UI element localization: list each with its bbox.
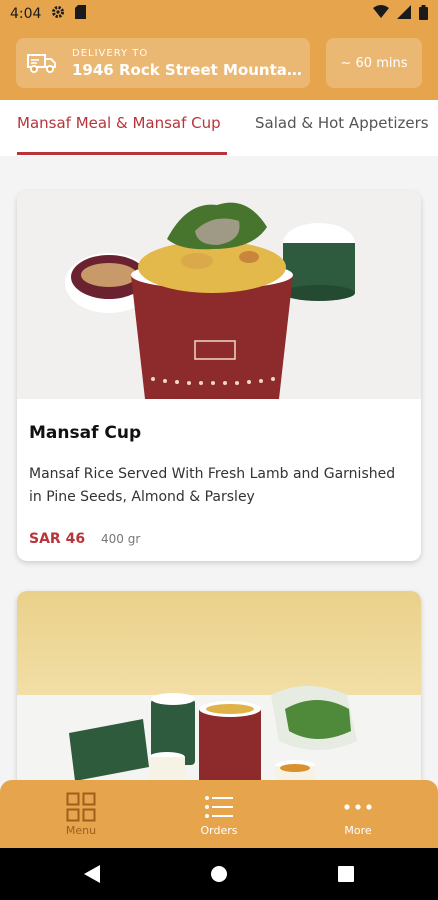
delivery-truck-icon xyxy=(26,47,58,79)
delivery-eta-button[interactable]: ~ 60 mins xyxy=(326,38,422,88)
app-header: DELIVERY TO 1946 Rock Street Mountain ..… xyxy=(0,28,438,100)
status-bar: 4:04 xyxy=(0,0,438,28)
grid-icon xyxy=(31,790,131,824)
cellular-signal-icon xyxy=(397,5,411,23)
wifi-icon xyxy=(373,5,389,23)
delivery-address-selector[interactable]: DELIVERY TO 1946 Rock Street Mountain ..… xyxy=(16,38,310,88)
product-description: Mansaf Rice Served With Fresh Lamb and G… xyxy=(29,466,396,505)
product-weight: 400 gr xyxy=(101,532,141,546)
active-tab-indicator xyxy=(17,152,227,155)
sd-card-icon xyxy=(75,5,87,23)
mansaf-cup-image xyxy=(17,191,421,399)
nav-menu[interactable]: Menu xyxy=(31,790,131,837)
nav-more[interactable]: More xyxy=(308,790,408,837)
tab-mansaf-meal[interactable]: Mansaf Meal & Mansaf Cup xyxy=(17,114,221,132)
category-tabs: Mansaf Meal & Mansaf Cup Salad & Hot App… xyxy=(0,100,438,156)
back-icon[interactable] xyxy=(84,865,100,887)
battery-icon xyxy=(419,4,428,24)
settings-icon xyxy=(51,5,65,23)
product-price: SAR 46 xyxy=(29,531,86,547)
system-navigation-bar xyxy=(0,848,438,900)
nav-orders[interactable]: Orders xyxy=(169,790,269,837)
list-icon xyxy=(169,790,269,824)
recents-icon[interactable] xyxy=(338,866,354,886)
tab-salad-hot-appetizers[interactable]: Salad & Hot Appetizers xyxy=(255,114,429,132)
nav-orders-label: Orders xyxy=(200,824,238,837)
nav-more-label: More xyxy=(344,824,372,837)
product-title: Mansaf Cup xyxy=(29,423,142,443)
status-time: 4:04 xyxy=(10,6,42,22)
home-icon[interactable] xyxy=(210,865,228,887)
delivery-address: 1946 Rock Street Mountain ... xyxy=(72,60,304,79)
more-dots-icon xyxy=(308,790,408,824)
delivery-eta: ~ 60 mins xyxy=(340,55,408,71)
nav-menu-label: Menu xyxy=(65,824,97,837)
delivery-label: DELIVERY TO xyxy=(72,47,149,59)
product-card[interactable]: Mansaf Cup Mansaf Rice Served With Fresh… xyxy=(17,191,421,561)
bottom-navigation: Menu Orders More xyxy=(0,780,438,848)
